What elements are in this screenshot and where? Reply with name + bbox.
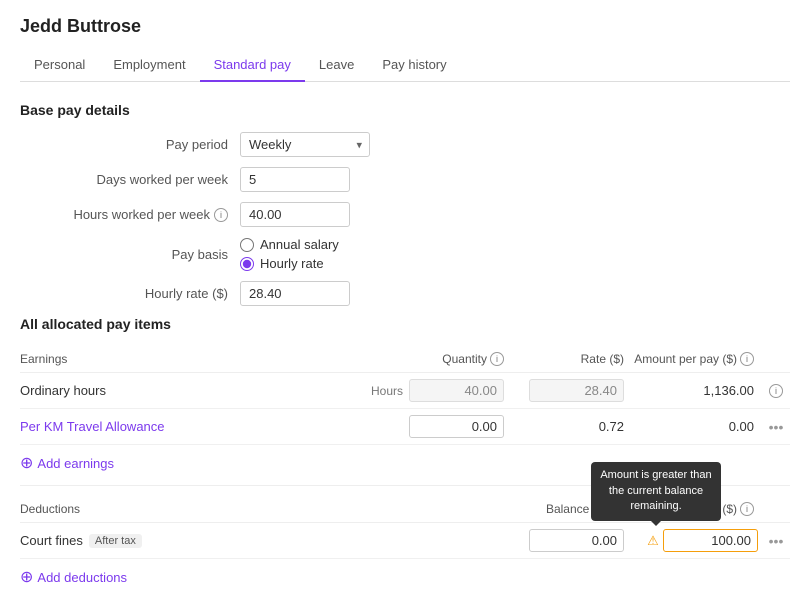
pay-basis-row: Pay basis Annual salary Hourly rate xyxy=(20,237,790,271)
earnings-col-amount-header: Amount per pay ($) i xyxy=(632,352,762,366)
ordinary-hours-quantity-input[interactable] xyxy=(409,379,504,402)
ordinary-hours-amount-cell: 1,136.00 xyxy=(632,383,762,398)
hourly-rate-input[interactable] xyxy=(240,281,350,306)
pay-items-title: All allocated pay items xyxy=(20,316,790,332)
travel-allowance-row: Per KM Travel Allowance 0.72 0.00 ••• xyxy=(20,409,790,445)
hourly-rate-control xyxy=(240,281,350,306)
deductions-col-name-header: Deductions xyxy=(20,502,502,516)
ordinary-hours-amount: 1,136.00 xyxy=(703,383,754,398)
tab-pay-history[interactable]: Pay history xyxy=(368,49,460,82)
hours-worked-row: Hours worked per week i xyxy=(20,202,790,227)
court-fines-menu-icon[interactable]: ••• xyxy=(769,533,784,549)
travel-allowance-amount: 0.00 xyxy=(729,419,754,434)
court-fines-name: Court fines After tax xyxy=(20,533,502,548)
add-earnings-label: Add earnings xyxy=(37,456,114,471)
hours-worked-label: Hours worked per week i xyxy=(20,207,240,222)
court-fines-actions-cell: ••• xyxy=(762,533,790,549)
earnings-subsection: Earnings Quantity i Rate ($) Amount per … xyxy=(20,346,790,481)
ordinary-hours-rate-cell xyxy=(512,379,632,402)
pay-period-control: Weekly Fortnightly Monthly xyxy=(240,132,370,157)
court-fines-tag: After tax xyxy=(89,534,142,548)
court-fines-amount-input[interactable] xyxy=(663,529,758,552)
add-deductions-link[interactable]: ⊕ Add deductions xyxy=(20,559,790,595)
earnings-col-quantity-header: Quantity i xyxy=(382,352,512,366)
travel-allowance-actions-cell: ••• xyxy=(762,419,790,435)
add-earnings-link[interactable]: ⊕ Add earnings xyxy=(20,445,790,481)
page-title: Jedd Buttrose xyxy=(20,16,790,37)
ordinary-hours-actions-cell: i xyxy=(762,384,790,398)
quantity-info-icon[interactable]: i xyxy=(490,352,504,366)
court-fines-label: Court fines xyxy=(20,533,83,548)
tab-employment[interactable]: Employment xyxy=(99,49,199,82)
earnings-col-name-header: Earnings xyxy=(20,352,382,366)
section-divider xyxy=(20,485,790,486)
ordinary-hours-row-info-icon[interactable]: i xyxy=(769,384,783,398)
tab-bar: Personal Employment Standard pay Leave P… xyxy=(20,49,790,82)
pay-basis-radio-group: Annual salary Hourly rate xyxy=(240,237,339,271)
deductions-table-header: Deductions Balance owing ($) i xyxy=(20,496,790,523)
travel-allowance-name[interactable]: Per KM Travel Allowance xyxy=(20,419,382,434)
hours-worked-input[interactable] xyxy=(240,202,350,227)
add-deductions-label: Add deductions xyxy=(37,570,127,585)
hourly-rate-radio[interactable] xyxy=(240,257,254,271)
add-deductions-icon: ⊕ xyxy=(20,567,33,587)
base-pay-section: Base pay details Pay period Weekly Fortn… xyxy=(20,102,790,306)
annual-salary-radio-row: Annual salary xyxy=(240,237,339,252)
ordinary-hours-quantity-cell: Hours xyxy=(382,379,512,402)
deductions-amount-info-icon[interactable]: i xyxy=(740,502,754,516)
pay-period-select-wrapper: Weekly Fortnightly Monthly xyxy=(240,132,370,157)
court-fines-row: Court fines After tax ⚠ Amount is greate… xyxy=(20,523,790,559)
court-fines-balance-cell xyxy=(502,529,632,552)
ordinary-hours-unit: Hours xyxy=(371,384,403,398)
ordinary-hours-row: Ordinary hours Hours 1,136.00 i xyxy=(20,373,790,409)
hourly-rate-row: Hourly rate ($) xyxy=(20,281,790,306)
pay-basis-label: Pay basis xyxy=(20,247,240,262)
base-pay-title: Base pay details xyxy=(20,102,790,118)
tab-standard-pay[interactable]: Standard pay xyxy=(200,49,305,82)
pay-period-row: Pay period Weekly Fortnightly Monthly xyxy=(20,132,790,157)
pay-items-section: All allocated pay items Earnings Quantit… xyxy=(20,316,790,595)
hours-worked-info-icon[interactable]: i xyxy=(214,208,228,222)
court-fines-tooltip-container: ⚠ Amount is greater than the current bal… xyxy=(645,533,661,549)
court-fines-balance-input[interactable] xyxy=(529,529,624,552)
annual-salary-radio[interactable] xyxy=(240,238,254,252)
annual-salary-label: Annual salary xyxy=(260,237,339,252)
tab-leave[interactable]: Leave xyxy=(305,49,368,82)
pay-period-select[interactable]: Weekly Fortnightly Monthly xyxy=(240,132,370,157)
pay-period-label: Pay period xyxy=(20,137,240,152)
hours-worked-control xyxy=(240,202,350,227)
travel-allowance-menu-icon[interactable]: ••• xyxy=(769,419,784,435)
hourly-rate-radio-row: Hourly rate xyxy=(240,256,339,271)
earnings-table-header: Earnings Quantity i Rate ($) Amount per … xyxy=(20,346,790,373)
days-worked-row: Days worked per week xyxy=(20,167,790,192)
travel-allowance-quantity-cell xyxy=(382,415,512,438)
earnings-col-rate-header: Rate ($) xyxy=(512,352,632,366)
hourly-rate-label: Hourly rate xyxy=(260,256,324,271)
days-worked-input[interactable] xyxy=(240,167,350,192)
travel-allowance-rate: 0.72 xyxy=(599,419,624,434)
travel-allowance-quantity-input[interactable] xyxy=(409,415,504,438)
tab-personal[interactable]: Personal xyxy=(20,49,99,82)
travel-allowance-amount-cell: 0.00 xyxy=(632,419,762,434)
amount-info-icon[interactable]: i xyxy=(740,352,754,366)
travel-allowance-rate-cell: 0.72 xyxy=(512,419,632,434)
ordinary-hours-name: Ordinary hours xyxy=(20,383,382,398)
court-fines-warning-icon: ⚠ xyxy=(645,533,661,549)
days-worked-control xyxy=(240,167,350,192)
deductions-subsection: Deductions Balance owing ($) i Court fin… xyxy=(20,496,790,595)
deductions-col-amount-header: ($) i xyxy=(632,502,762,516)
hourly-rate-field-label: Hourly rate ($) xyxy=(20,286,240,301)
deductions-col-balance-header: Balance owing xyxy=(502,502,632,516)
pay-basis-control: Annual salary Hourly rate xyxy=(240,237,339,271)
ordinary-hours-rate-input[interactable] xyxy=(529,379,624,402)
days-worked-label: Days worked per week xyxy=(20,172,240,187)
court-fines-amount-cell: ⚠ Amount is greater than the current bal… xyxy=(632,529,762,552)
add-earnings-icon: ⊕ xyxy=(20,453,33,473)
